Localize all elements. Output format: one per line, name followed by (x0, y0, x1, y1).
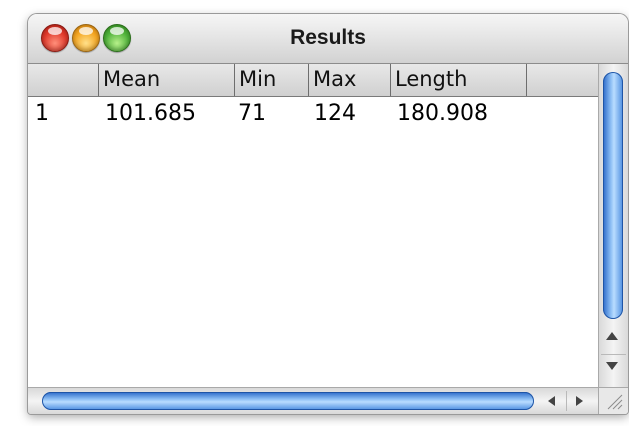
column-header-mean[interactable]: Mean (98, 64, 234, 96)
title-bar[interactable]: Results (28, 14, 628, 64)
column-header-empty (526, 64, 598, 96)
column-header-row-label[interactable] (28, 64, 98, 96)
table-row[interactable]: 1 101.685 71 124 180.908 (28, 97, 598, 131)
column-header-min[interactable]: Min (234, 64, 308, 96)
max-cell: 124 (314, 101, 356, 126)
vertical-scroll-thumb[interactable] (603, 72, 623, 319)
results-table: Mean Min Max Length 1 101.685 71 124 180… (28, 64, 598, 387)
horizontal-scroll-thumb[interactable] (42, 392, 534, 410)
mean-cell: 101.685 (105, 101, 196, 126)
column-header-max[interactable]: Max (308, 64, 390, 96)
results-window: Results Mean Min Max Length 1 101.685 71… (28, 14, 628, 414)
resize-grip-icon[interactable] (598, 387, 628, 414)
column-header-length[interactable]: Length (390, 64, 526, 96)
window-title: Results (290, 26, 366, 49)
row-label-cell: 1 (35, 101, 49, 126)
scroll-up-icon[interactable] (606, 332, 618, 340)
scroll-left-icon[interactable] (548, 396, 555, 406)
scroll-down-icon[interactable] (606, 362, 618, 370)
table-header: Mean Min Max Length (28, 64, 598, 97)
length-cell: 180.908 (397, 101, 488, 126)
scroll-arrow-divider-horizontal (566, 391, 567, 411)
horizontal-scrollbar[interactable] (28, 387, 598, 414)
vertical-scrollbar[interactable] (598, 64, 628, 387)
scroll-right-icon[interactable] (576, 396, 583, 406)
scroll-arrow-divider (601, 354, 626, 355)
min-cell: 71 (238, 101, 266, 126)
